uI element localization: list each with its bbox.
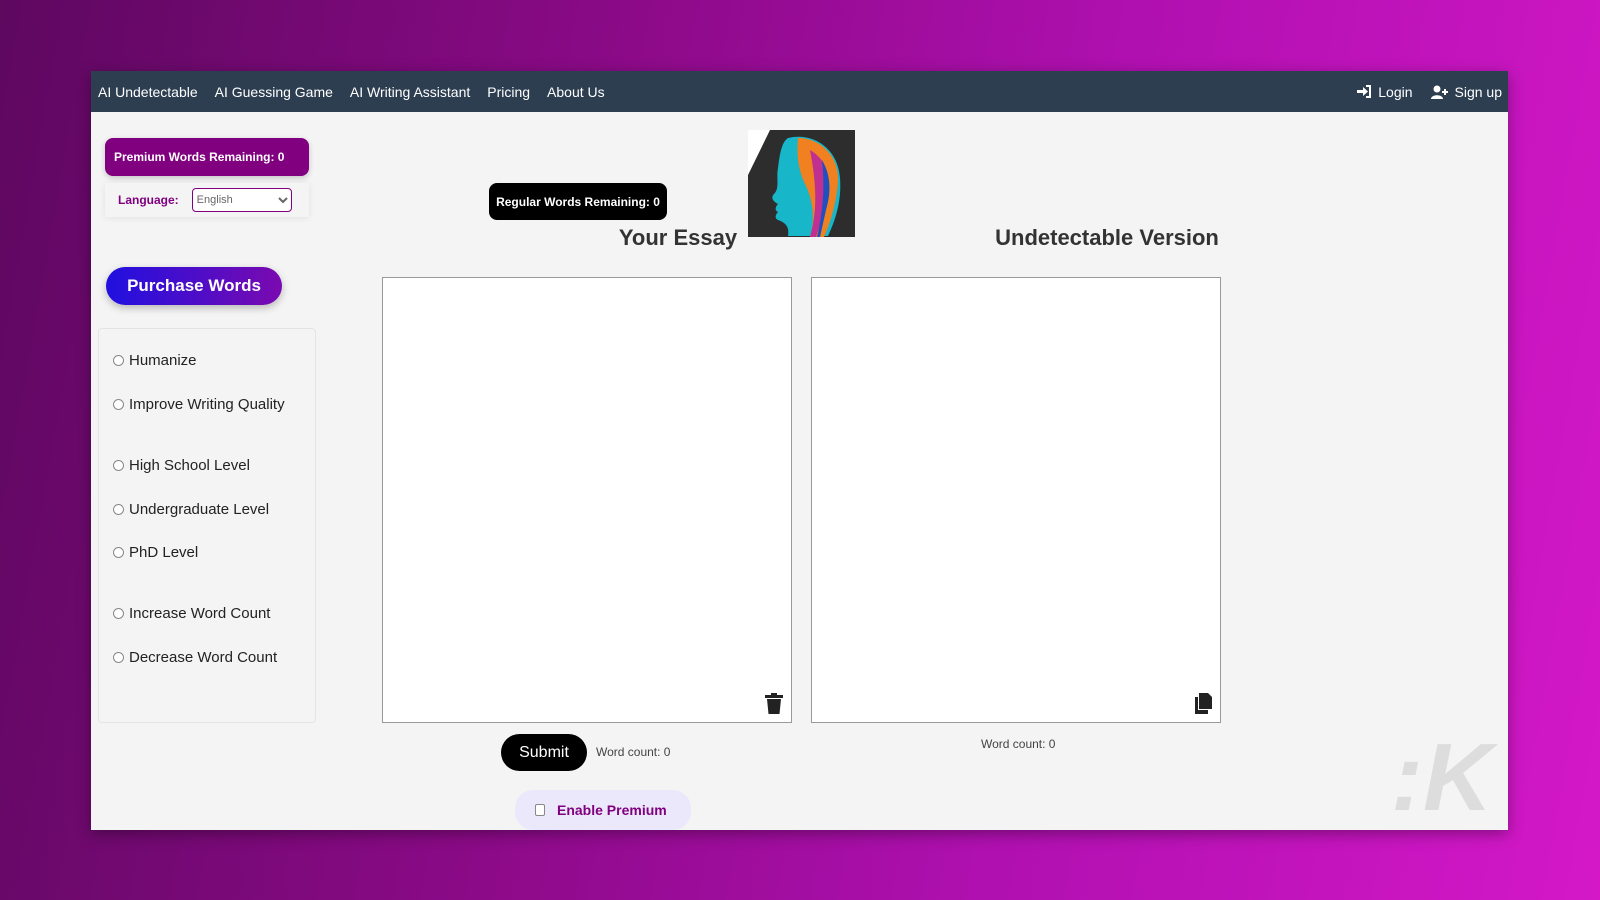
options-panel: Humanize Improve Writing Quality High Sc… <box>98 328 316 723</box>
radio-icon[interactable] <box>113 504 124 515</box>
app-window: AI Undetectable AI Guessing Game AI Writ… <box>91 71 1508 831</box>
enable-premium-toggle[interactable]: Enable Premium <box>515 790 691 830</box>
nav-ai-undetectable[interactable]: AI Undetectable <box>98 84 198 100</box>
radio-icon[interactable] <box>113 547 124 558</box>
trash-icon[interactable] <box>765 693 783 714</box>
essay-word-count: Word count: 0 <box>596 745 671 759</box>
premium-words-badge: Premium Words Remaining: 0 <box>105 138 309 176</box>
copy-icon[interactable] <box>1194 693 1212 714</box>
undetectable-version-heading: Undetectable Version <box>995 225 1219 250</box>
nav-ai-guessing-game[interactable]: AI Guessing Game <box>215 84 333 100</box>
nav-ai-writing-assistant[interactable]: AI Writing Assistant <box>350 84 470 100</box>
radio-icon[interactable] <box>113 652 124 663</box>
purchase-words-button[interactable]: Purchase Words <box>106 267 282 305</box>
option-decrease-word-count[interactable]: Decrease Word Count <box>113 649 277 666</box>
radio-icon[interactable] <box>113 399 124 410</box>
option-phd-level[interactable]: PhD Level <box>113 544 198 561</box>
undetectable-output[interactable] <box>811 277 1221 723</box>
language-label: Language: <box>118 193 179 207</box>
login-icon <box>1357 85 1372 98</box>
radio-icon[interactable] <box>113 355 124 366</box>
option-increase-word-count[interactable]: Increase Word Count <box>113 605 270 622</box>
user-plus-icon <box>1430 85 1448 99</box>
option-improve-writing-quality[interactable]: Improve Writing Quality <box>113 396 285 413</box>
option-humanize[interactable]: Humanize <box>113 352 197 369</box>
language-select[interactable]: English <box>191 188 292 212</box>
regular-words-badge: Regular Words Remaining: 0 <box>489 183 667 220</box>
nav-about-us[interactable]: About Us <box>547 84 605 100</box>
login-link[interactable]: Login <box>1357 84 1413 100</box>
essay-input[interactable] <box>382 277 792 723</box>
nav-pricing[interactable]: Pricing <box>487 84 530 100</box>
watermark-logo: :K <box>1391 724 1493 831</box>
option-high-school-level[interactable]: High School Level <box>113 457 250 474</box>
your-essay-heading: Your Essay <box>618 225 738 250</box>
radio-icon[interactable] <box>113 608 124 619</box>
output-word-count: Word count: 0 <box>981 737 1056 751</box>
signup-link[interactable]: Sign up <box>1430 84 1502 100</box>
language-row: Language: English <box>105 183 309 217</box>
radio-icon[interactable] <box>113 460 124 471</box>
checkbox-icon[interactable] <box>535 804 545 816</box>
submit-button[interactable]: Submit <box>501 734 587 771</box>
top-nav: AI Undetectable AI Guessing Game AI Writ… <box>91 71 1508 112</box>
logo-image <box>748 130 855 237</box>
option-undergraduate-level[interactable]: Undergraduate Level <box>113 501 269 518</box>
